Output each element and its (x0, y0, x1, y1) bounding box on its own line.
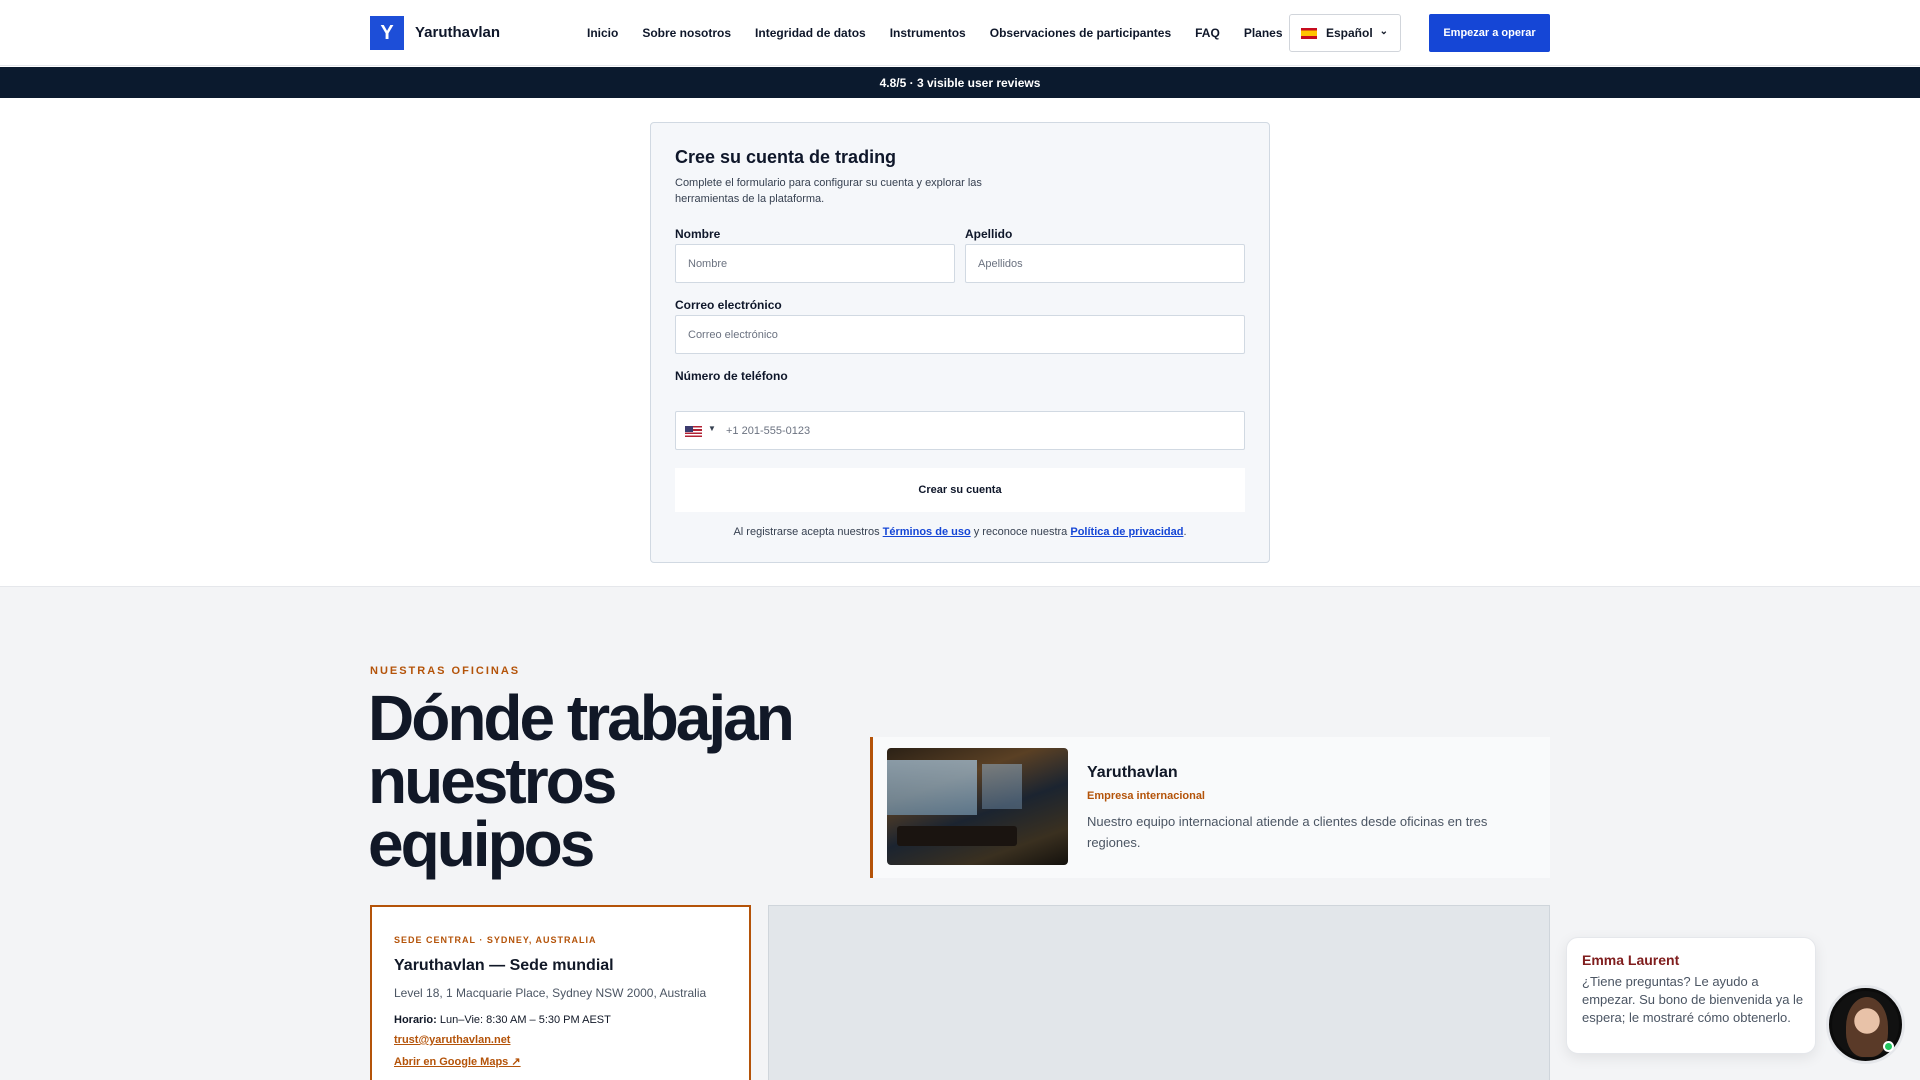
country-caret-icon[interactable]: ▼ (708, 424, 716, 433)
site-header: Y Yaruthavlan Inicio Sobre nosotros Inte… (0, 0, 1920, 66)
intl-company-name: Yaruthavlan (1087, 764, 1178, 781)
language-label: Español (1326, 26, 1373, 40)
us-flag-icon[interactable] (685, 426, 702, 437)
last-name-input[interactable] (965, 244, 1245, 283)
legal-suffix: . (1183, 526, 1187, 538)
rating-text: 4.8/5 · 3 visible user reviews (879, 75, 1041, 90)
photo-window-2 (982, 764, 1022, 809)
first-name-label: Nombre (675, 227, 721, 241)
chat-message: ¿Tiene preguntas? Le ayudo a empezar. Su… (1582, 974, 1804, 1025)
legal-mid: y reconoce nuestra (973, 526, 1068, 538)
legal-text: Al registrarse acepta nuestros Términos … (651, 526, 1269, 538)
hq-kicker: SEDE CENTRAL · SYDNEY, AUSTRALIA (394, 935, 597, 945)
phone-field: ▼ (675, 411, 1245, 450)
form-subtitle: Complete el formulario para configurar s… (675, 177, 982, 205)
intl-company-description: Nuestro equipo internacional atiende a c… (1087, 814, 1488, 850)
signup-section: Cree su cuenta de trading Complete el fo… (0, 98, 1920, 587)
nav-item-planes[interactable]: Planes (1244, 26, 1283, 40)
language-selector[interactable]: Español ⌄ (1289, 14, 1401, 52)
nav-item-faq[interactable]: FAQ (1195, 26, 1220, 40)
photo-desk (897, 826, 1017, 846)
online-status-icon (1883, 1041, 1894, 1052)
headquarters-card: SEDE CENTRAL · SYDNEY, AUSTRALIA Yarutha… (370, 905, 751, 1080)
last-name-label: Apellido (965, 227, 1013, 241)
office-photo (887, 748, 1068, 865)
nav-item-inicio[interactable]: Inicio (587, 26, 618, 40)
offices-eyebrow: NUESTRAS OFICINAS (370, 665, 521, 677)
office-map[interactable] (768, 905, 1550, 1080)
legal-prefix: Al registrarse acepta nuestros (733, 526, 880, 538)
privacy-link[interactable]: Política de privacidad (1070, 526, 1183, 538)
avatar-face (1846, 997, 1888, 1057)
brand-name[interactable]: Yaruthavlan (415, 24, 500, 41)
signup-card: Cree su cuenta de trading Complete el fo… (650, 122, 1270, 563)
chat-agent-name: Emma Laurent (1582, 952, 1680, 968)
intl-company-tag: Empresa internacional (1087, 790, 1205, 802)
first-name-input[interactable] (675, 244, 955, 283)
international-office-card: Yaruthavlan Empresa internacional Nuestr… (870, 737, 1550, 878)
hq-address: Level 18, 1 Macquarie Place, Sydney NSW … (394, 986, 707, 1000)
nav-item-observaciones[interactable]: Observaciones de participantes (990, 26, 1171, 40)
terms-link[interactable]: Términos de uso (883, 526, 971, 538)
email-input[interactable] (675, 315, 1245, 354)
hq-hours: Horario: Lun–Vie: 8:30 AM – 5:30 PM AEST (394, 1014, 611, 1026)
start-trading-button[interactable]: Empezar a operar (1429, 14, 1550, 52)
form-title: Cree su cuenta de trading (675, 147, 897, 167)
hq-hours-value: Lun–Vie: 8:30 AM – 5:30 PM AEST (439, 1014, 611, 1026)
email-label: Correo electrónico (675, 298, 782, 312)
offices-title: Dónde trabajan nuestros equipos (368, 682, 795, 880)
spain-flag-icon (1301, 27, 1317, 39)
nav-item-instrumentos[interactable]: Instrumentos (890, 26, 966, 40)
hq-title: Yaruthavlan — Sede mundial (394, 957, 614, 974)
create-account-button[interactable]: Crear su cuenta (675, 468, 1245, 512)
rating-ribbon: 4.8/5 · 3 visible user reviews (0, 67, 1920, 98)
chat-bubble[interactable]: Emma Laurent ¿Tiene preguntas? Le ayudo … (1566, 937, 1816, 1054)
chevron-down-icon: ⌄ (1379, 26, 1388, 37)
hq-email-link[interactable]: trust@yaruthavlan.net (394, 1034, 510, 1046)
phone-label: Número de teléfono (675, 369, 788, 383)
google-maps-link[interactable]: Abrir en Google Maps ↗ (394, 1055, 521, 1068)
nav-item-sobre-nosotros[interactable]: Sobre nosotros (642, 26, 731, 40)
hq-hours-label: Horario: (394, 1014, 437, 1026)
nav-item-integridad-de-datos[interactable]: Integridad de datos (755, 26, 866, 40)
main-nav: Inicio Sobre nosotros Integridad de dato… (587, 26, 1307, 40)
phone-input[interactable] (726, 412, 1226, 449)
photo-window (887, 760, 977, 815)
logo-icon[interactable]: Y (370, 16, 404, 50)
